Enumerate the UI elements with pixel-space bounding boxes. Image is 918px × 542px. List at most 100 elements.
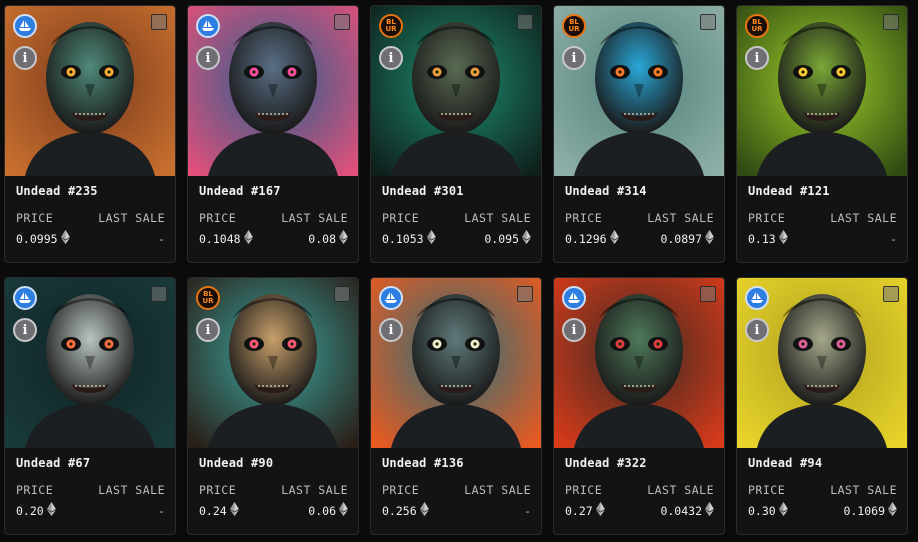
price-value: 0.27 (565, 503, 593, 518)
nft-card[interactable]: BL UR i Undead #90 PRICE LAST SALE 0.24 0… (187, 277, 359, 535)
nft-name: Undead #121 (748, 184, 830, 198)
opensea-icon[interactable] (379, 286, 403, 310)
last-sale-label: LAST SALE (830, 211, 897, 225)
blur-icon[interactable]: BL UR (745, 14, 769, 38)
price-label: PRICE (16, 211, 54, 225)
last-sale-value: 0.0897 (660, 231, 702, 246)
info-icon[interactable]: i (562, 46, 586, 70)
nft-card[interactable]: BL UR i Undead #121 PRICE LAST SALE 0.13 … (736, 5, 908, 263)
eth-icon (339, 230, 348, 247)
last-sale-label: LAST SALE (830, 483, 897, 497)
price-label: PRICE (748, 483, 786, 497)
price-label: PRICE (16, 483, 54, 497)
price-label: PRICE (382, 211, 420, 225)
select-checkbox[interactable] (883, 14, 899, 30)
price-label: PRICE (565, 483, 603, 497)
select-checkbox[interactable] (517, 14, 533, 30)
info-icon[interactable]: i (196, 46, 220, 70)
nft-image[interactable]: i (554, 278, 724, 448)
nft-image[interactable]: i (188, 6, 358, 176)
nft-card[interactable]: BL UR i Undead #301 PRICE LAST SALE 0.105… (370, 5, 542, 263)
blur-icon[interactable]: BL UR (196, 286, 220, 310)
nft-image[interactable]: BL UR i (554, 6, 724, 176)
nft-name: Undead #90 (199, 456, 274, 470)
last-sale-label: LAST SALE (647, 211, 714, 225)
eth-icon (595, 502, 605, 519)
opensea-icon[interactable] (562, 286, 586, 310)
select-checkbox[interactable] (700, 286, 716, 302)
opensea-icon[interactable] (13, 14, 37, 38)
eth-icon (339, 502, 348, 519)
price-value: 0.256 (382, 503, 417, 518)
last-sale-value: 0.095 (484, 231, 519, 246)
select-checkbox[interactable] (517, 286, 533, 302)
eth-icon (46, 502, 56, 519)
select-checkbox[interactable] (334, 286, 350, 302)
price-value: 0.13 (748, 231, 776, 246)
last-sale-value: 0.06 (308, 503, 336, 518)
nft-card[interactable]: BL UR i Undead #314 PRICE LAST SALE 0.129… (553, 5, 725, 263)
eth-icon (705, 230, 714, 247)
info-icon[interactable]: i (196, 318, 220, 342)
price-label: PRICE (565, 211, 603, 225)
last-sale-label: LAST SALE (98, 211, 165, 225)
blur-icon[interactable]: BL UR (562, 14, 586, 38)
last-sale-label: LAST SALE (464, 211, 531, 225)
nft-card[interactable]: i Undead #235 PRICE LAST SALE 0.0995 - (4, 5, 176, 263)
nft-name: Undead #67 (16, 456, 91, 470)
nft-image[interactable]: i (371, 278, 541, 448)
last-sale-value: - (158, 231, 165, 246)
info-icon[interactable]: i (13, 318, 37, 342)
price-value: 0.20 (16, 503, 44, 518)
blur-icon[interactable]: BL UR (379, 14, 403, 38)
last-sale-value: - (890, 231, 897, 246)
nft-name: Undead #301 (382, 184, 464, 198)
nft-name: Undead #322 (565, 456, 647, 470)
nft-image[interactable]: i (5, 6, 175, 176)
eth-icon (426, 230, 436, 247)
nft-image[interactable]: i (5, 278, 175, 448)
nft-image[interactable]: BL UR i (371, 6, 541, 176)
info-icon[interactable]: i (745, 46, 769, 70)
price-label: PRICE (748, 211, 786, 225)
nft-card[interactable]: i Undead #322 PRICE LAST SALE 0.27 0.043… (553, 277, 725, 535)
nft-card[interactable]: i Undead #94 PRICE LAST SALE 0.30 0.1069 (736, 277, 908, 535)
last-sale-label: LAST SALE (281, 211, 348, 225)
select-checkbox[interactable] (334, 14, 350, 30)
nft-card[interactable]: i Undead #167 PRICE LAST SALE 0.1048 0.0… (187, 5, 359, 263)
nft-image[interactable]: BL UR i (188, 278, 358, 448)
last-sale-value: - (158, 503, 165, 518)
eth-icon (229, 502, 239, 519)
price-value: 0.24 (199, 503, 227, 518)
nft-card[interactable]: i Undead #136 PRICE LAST SALE 0.256 - (370, 277, 542, 535)
eth-icon (778, 502, 788, 519)
info-icon[interactable]: i (379, 46, 403, 70)
price-value: 0.0995 (16, 231, 58, 246)
info-icon[interactable]: i (379, 318, 403, 342)
last-sale-label: LAST SALE (98, 483, 165, 497)
info-icon[interactable]: i (562, 318, 586, 342)
select-checkbox[interactable] (151, 286, 167, 302)
nft-image[interactable]: BL UR i (737, 6, 907, 176)
last-sale-value: 0.0432 (660, 503, 702, 518)
nft-card[interactable]: i Undead #67 PRICE LAST SALE 0.20 - (4, 277, 176, 535)
price-label: PRICE (199, 483, 237, 497)
eth-icon (705, 502, 714, 519)
price-value: 0.1053 (382, 231, 424, 246)
opensea-icon[interactable] (196, 14, 220, 38)
select-checkbox[interactable] (883, 286, 899, 302)
opensea-icon[interactable] (745, 286, 769, 310)
info-icon[interactable]: i (745, 318, 769, 342)
nft-image[interactable]: i (737, 278, 907, 448)
nft-name: Undead #136 (382, 456, 464, 470)
opensea-icon[interactable] (13, 286, 37, 310)
price-value: 0.1296 (565, 231, 607, 246)
eth-icon (609, 230, 619, 247)
select-checkbox[interactable] (151, 14, 167, 30)
last-sale-label: LAST SALE (464, 483, 531, 497)
select-checkbox[interactable] (700, 14, 716, 30)
info-icon[interactable]: i (13, 46, 37, 70)
last-sale-label: LAST SALE (281, 483, 348, 497)
eth-icon (888, 502, 897, 519)
price-value: 0.1048 (199, 231, 241, 246)
